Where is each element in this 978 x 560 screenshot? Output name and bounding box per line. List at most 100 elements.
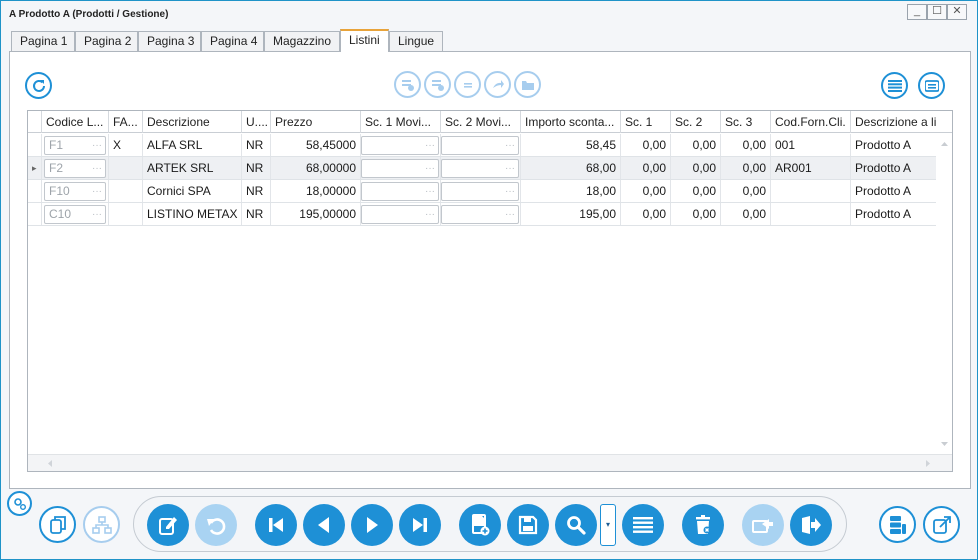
vertical-scrollbar[interactable] [936, 133, 952, 451]
first-record-icon[interactable] [255, 504, 297, 546]
save-icon[interactable] [507, 504, 549, 546]
header-importo-scontato[interactable]: Importo sconta... [521, 111, 621, 133]
forward-icon[interactable] [484, 71, 511, 98]
cell-sc1-movi[interactable]: ··· [361, 134, 441, 156]
header-sc2[interactable]: Sc. 2 [671, 111, 721, 133]
cell-fa[interactable] [109, 203, 143, 225]
cell-um[interactable]: NR [242, 180, 271, 202]
cell-fa[interactable]: X [109, 134, 143, 156]
tab-pagina-2[interactable]: Pagina 2 [75, 31, 138, 51]
hierarchy-icon[interactable] [83, 506, 120, 543]
maximize-button[interactable]: ☐ [927, 4, 947, 20]
table-row[interactable]: F1 ··· X ALFA SRL NR 58,45000 ··· ··· 58,… [28, 134, 952, 157]
cell-prezzo[interactable]: 68,00000 [271, 157, 361, 179]
cell-sc1-movi[interactable]: ··· [361, 203, 441, 225]
cell-descrizione-listino[interactable]: Prodotto A [851, 134, 936, 156]
tab-pagina-1[interactable]: Pagina 1 [11, 31, 75, 51]
cell-sc1[interactable]: 0,00 [621, 157, 671, 179]
cell-sc3[interactable]: 0,00 [721, 134, 771, 156]
table-row[interactable]: C10 ··· LISTINO METAX NR 195,00000 ··· ··… [28, 203, 952, 226]
cell-prezzo[interactable]: 58,45000 [271, 134, 361, 156]
cell-sc2[interactable]: 0,00 [671, 134, 721, 156]
cell-descrizione[interactable]: ALFA SRL [143, 134, 242, 156]
search-icon[interactable] [555, 504, 597, 546]
cell-descrizione[interactable]: Cornici SPA [143, 180, 242, 202]
last-record-icon[interactable] [399, 504, 441, 546]
header-um[interactable]: U.... [242, 111, 271, 133]
cell-descrizione-listino[interactable]: Prodotto A [851, 157, 936, 179]
cell-sc2-movi[interactable]: ··· [441, 157, 521, 179]
cell-descrizione-listino[interactable]: Prodotto A [851, 180, 936, 202]
new-record-icon[interactable] [459, 504, 501, 546]
cell-sc2-movi[interactable]: ··· [441, 134, 521, 156]
list-icon[interactable] [622, 504, 664, 546]
list-view-icon[interactable] [881, 72, 908, 99]
card-view-icon[interactable] [918, 72, 945, 99]
listini-grid[interactable]: Codice L... FA... Descrizione U.... Prez… [27, 110, 953, 472]
table-row[interactable]: F10 ··· Cornici SPA NR 18,00000 ··· ··· 1… [28, 180, 952, 203]
cell-sc2[interactable]: 0,00 [671, 203, 721, 225]
undo-icon[interactable] [195, 504, 237, 546]
search-options-dropdown[interactable]: ▾ [600, 504, 616, 546]
cell-sc1[interactable]: 0,00 [621, 180, 671, 202]
edit-icon[interactable] [147, 504, 189, 546]
previous-record-icon[interactable] [303, 504, 345, 546]
cell-sc1[interactable]: 0,00 [621, 134, 671, 156]
cell-sc2[interactable]: 0,00 [671, 157, 721, 179]
add-row-icon[interactable] [394, 71, 421, 98]
cell-sc1-movi[interactable]: ··· [361, 180, 441, 202]
header-sc1[interactable]: Sc. 1 [621, 111, 671, 133]
cell-prezzo[interactable]: 18,00000 [271, 180, 361, 202]
cell-um[interactable]: NR [242, 203, 271, 225]
cell-codice[interactable]: F2 ··· [42, 157, 109, 179]
cell-descrizione[interactable]: LISTINO METAX [143, 203, 242, 225]
database-icon[interactable] [879, 506, 916, 543]
close-button[interactable]: ✕ [947, 4, 967, 20]
copy-icon[interactable] [39, 506, 76, 543]
cell-fa[interactable] [109, 157, 143, 179]
cell-descrizione-listino[interactable]: Prodotto A [851, 203, 936, 225]
open-external-icon[interactable] [923, 506, 960, 543]
cell-codice[interactable]: F10 ··· [42, 180, 109, 202]
header-prezzo[interactable]: Prezzo [271, 111, 361, 133]
cell-sc3[interactable]: 0,00 [721, 157, 771, 179]
cell-sc1-movi[interactable]: ··· [361, 157, 441, 179]
header-sc3[interactable]: Sc. 3 [721, 111, 771, 133]
cell-sc2[interactable]: 0,00 [671, 180, 721, 202]
cell-codice[interactable]: C10 ··· [42, 203, 109, 225]
delete-icon[interactable] [682, 504, 724, 546]
cell-importo[interactable]: 18,00 [521, 180, 621, 202]
cell-cod-forn[interactable] [771, 180, 851, 202]
header-sc1-movi[interactable]: Sc. 1 Movi... [361, 111, 441, 133]
horizontal-scrollbar[interactable] [28, 454, 952, 471]
cell-cod-forn[interactable]: AR001 [771, 157, 851, 179]
header-sc2-movi[interactable]: Sc. 2 Movi... [441, 111, 521, 133]
cell-sc3[interactable]: 0,00 [721, 203, 771, 225]
next-record-icon[interactable] [351, 504, 393, 546]
cell-cod-forn[interactable] [771, 203, 851, 225]
cell-cod-forn[interactable]: 001 [771, 134, 851, 156]
tab-magazzino[interactable]: Magazzino [264, 31, 340, 51]
cell-fa[interactable] [109, 180, 143, 202]
header-descrizione[interactable]: Descrizione [143, 111, 242, 133]
export-icon[interactable] [742, 504, 784, 546]
cell-sc2-movi[interactable]: ··· [441, 180, 521, 202]
cell-importo[interactable]: 68,00 [521, 157, 621, 179]
folder-icon[interactable] [514, 71, 541, 98]
cell-descrizione[interactable]: ARTEK SRL [143, 157, 242, 179]
tab-pagina-4[interactable]: Pagina 4 [201, 31, 264, 51]
cell-sc2-movi[interactable]: ··· [441, 203, 521, 225]
header-fa[interactable]: FA... [109, 111, 143, 133]
exit-icon[interactable] [790, 504, 832, 546]
tab-pagina-3[interactable]: Pagina 3 [138, 31, 201, 51]
tab-lingue[interactable]: Lingue [389, 31, 443, 51]
cell-um[interactable]: NR [242, 134, 271, 156]
minimize-button[interactable]: _ [907, 4, 927, 20]
table-row[interactable]: ▸ F2 ··· ARTEK SRL NR 68,00000 ··· ··· 68… [28, 157, 952, 180]
cell-codice[interactable]: F1 ··· [42, 134, 109, 156]
header-descrizione-listino[interactable]: Descrizione a li [851, 111, 936, 133]
gears-icon[interactable] [7, 491, 32, 516]
cell-um[interactable]: NR [242, 157, 271, 179]
cell-sc3[interactable]: 0,00 [721, 180, 771, 202]
cell-importo[interactable]: 58,45 [521, 134, 621, 156]
